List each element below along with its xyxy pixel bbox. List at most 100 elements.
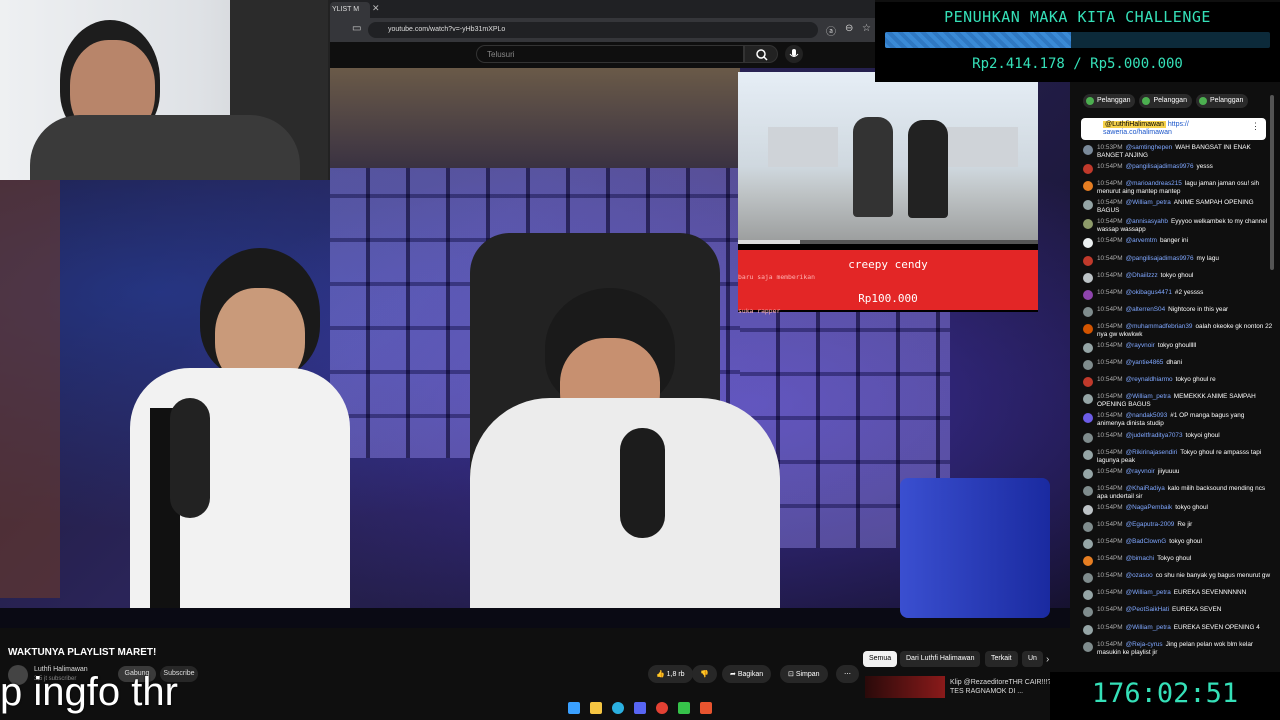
chat-scrollbar[interactable]: [1270, 95, 1274, 270]
chat-author[interactable]: @ozasoo: [1126, 572, 1153, 579]
related-video-thumbnail[interactable]: [865, 676, 945, 698]
chat-author[interactable]: @yantie4865: [1126, 359, 1164, 366]
bookmark-icon[interactable]: ☆: [862, 23, 871, 34]
member-badge[interactable]: Pelanggan: [1083, 94, 1136, 108]
chat-author[interactable]: @marioandreas215: [1126, 180, 1182, 187]
chat-author[interactable]: @William_petra: [1126, 624, 1171, 631]
tab-title: YLIST M: [332, 6, 360, 13]
donation-amount: Rp100.000: [858, 292, 918, 306]
file-explorer-icon[interactable]: [590, 702, 602, 714]
pinned-message[interactable]: @LuthfiHalimawan https:// saweria.co/hal…: [1081, 118, 1266, 140]
tab-close-icon[interactable]: ✕: [372, 3, 380, 14]
discord-icon[interactable]: [634, 702, 646, 714]
chat-avatar[interactable]: [1083, 449, 1093, 460]
chat-avatar[interactable]: [1083, 413, 1093, 424]
chat-avatar[interactable]: [1083, 607, 1093, 618]
like-button[interactable]: 👍 1,8 rb: [648, 665, 693, 683]
chat-author[interactable]: @Dhaiilzzz: [1126, 272, 1158, 279]
chat-avatar[interactable]: [1083, 272, 1093, 283]
chat-avatar[interactable]: [1083, 485, 1093, 496]
chat-avatar[interactable]: [1083, 219, 1093, 230]
search-input[interactable]: Telusuri: [476, 45, 744, 63]
chat-avatar[interactable]: [1083, 181, 1093, 192]
chat-avatar[interactable]: [1083, 289, 1093, 300]
share-button[interactable]: ➦ Bagikan: [722, 665, 772, 683]
brave-icon[interactable]: [700, 702, 712, 714]
chat-avatar[interactable]: [1083, 521, 1093, 532]
chat-avatar[interactable]: [1083, 641, 1093, 652]
chat-avatar[interactable]: [1083, 624, 1093, 635]
chat-time: 10:54PM: [1097, 520, 1123, 528]
pinned-link-2[interactable]: saweria.co/halimawan: [1103, 129, 1172, 136]
chat-avatar[interactable]: [1083, 394, 1093, 405]
chat-avatar[interactable]: [1083, 539, 1093, 550]
browser-tab[interactable]: YLIST M: [330, 2, 370, 18]
chat-author[interactable]: @PeotSaikHati: [1126, 606, 1169, 613]
chat-avatar[interactable]: [1083, 306, 1093, 317]
chat-avatar[interactable]: [1083, 573, 1093, 584]
chat-author[interactable]: @nandak5093: [1126, 412, 1168, 419]
chat-author[interactable]: @annisasyahb: [1126, 218, 1168, 225]
related-video-title[interactable]: Klip @RezaeditoreTHR CAIR!!!?? TES RAGNA…: [950, 678, 1060, 696]
chat-avatar[interactable]: [1083, 145, 1093, 155]
chat-author[interactable]: @rayvnoir: [1126, 342, 1155, 349]
chat-avatar[interactable]: [1083, 343, 1093, 354]
chat-author[interactable]: @okibagus4471: [1126, 289, 1172, 296]
challenge-amount: Rp2.414.178 / Rp5.000.000: [972, 56, 1183, 72]
chevron-right-icon[interactable]: ›: [1046, 654, 1049, 665]
chat-author[interactable]: @pangilisajadimas9976: [1126, 163, 1194, 170]
chat-author[interactable]: @bimachi: [1126, 555, 1155, 562]
chat-author[interactable]: @Reja-cyrus: [1126, 641, 1163, 648]
chat-author[interactable]: @Rikirinajasendiri: [1126, 449, 1178, 456]
search-button[interactable]: [744, 45, 778, 63]
chat-author[interactable]: @arvemtm: [1126, 237, 1157, 244]
chat-author[interactable]: @rayvnoir: [1126, 468, 1155, 475]
chat-avatar[interactable]: [1083, 468, 1093, 479]
chat-author[interactable]: @alterrenS04: [1126, 306, 1166, 313]
chat-author[interactable]: @BadClownG: [1126, 538, 1167, 545]
chrome-icon[interactable]: [656, 702, 668, 714]
voice-search-button[interactable]: [785, 45, 803, 63]
chip-all[interactable]: Semua: [863, 651, 898, 667]
chat-avatar[interactable]: [1083, 377, 1093, 388]
chat-avatar[interactable]: [1083, 255, 1093, 266]
chat-author[interactable]: @Egaputra-2009: [1126, 521, 1175, 528]
dislike-button[interactable]: 👎: [692, 665, 717, 683]
more-actions-button[interactable]: ⋯: [836, 665, 859, 683]
start-icon[interactable]: [568, 702, 580, 714]
zoom-icon[interactable]: ⊖: [845, 23, 853, 34]
chat-avatar[interactable]: [1083, 504, 1093, 515]
address-bar[interactable]: youtube.com/watch?v=-yHb31mXPLo: [368, 22, 818, 38]
chat-author[interactable]: @reynaldhiarmo: [1126, 376, 1173, 383]
chat-avatar[interactable]: [1083, 556, 1093, 567]
more-options-icon[interactable]: ⋮: [1251, 122, 1260, 131]
chip-related[interactable]: Terkait: [985, 651, 1018, 667]
chat-author[interactable]: @William_petra: [1126, 199, 1171, 206]
member-badge[interactable]: Pelanggan: [1195, 94, 1249, 108]
chat-avatar[interactable]: [1083, 360, 1093, 371]
media-app-icon[interactable]: [678, 702, 690, 714]
chat-author[interactable]: @William_petra: [1126, 589, 1171, 596]
translate-icon[interactable]: ⓐ: [826, 23, 836, 38]
pinned-link[interactable]: https://: [1168, 121, 1189, 128]
chat-avatar[interactable]: [1083, 432, 1093, 443]
site-info-icon[interactable]: ▭: [352, 23, 361, 34]
chat-author[interactable]: @judeltfraditya7073: [1126, 432, 1183, 439]
chat-avatar[interactable]: [1083, 164, 1093, 175]
edge-icon[interactable]: [612, 702, 624, 714]
chat-author[interactable]: @samtinghepen: [1126, 144, 1173, 151]
chat-avatar[interactable]: [1083, 323, 1093, 334]
chat-author[interactable]: @pangilisajadimas9976: [1126, 255, 1194, 262]
chip-unwatched[interactable]: Un: [1022, 651, 1043, 667]
chat-avatar[interactable]: [1083, 590, 1093, 601]
member-badge[interactable]: Pelanggan: [1139, 94, 1192, 108]
chat-author[interactable]: @William_petra: [1126, 393, 1171, 400]
chat-avatar[interactable]: [1083, 238, 1093, 249]
save-button[interactable]: ⊡ Simpan: [780, 665, 828, 683]
chip-from-channel[interactable]: Dari Luthfi Halimawan: [900, 651, 981, 667]
chat-author[interactable]: @NagaPembaik: [1126, 504, 1173, 511]
chat-avatar[interactable]: [1083, 200, 1093, 211]
chat-author[interactable]: @muhammadfebrian39: [1126, 323, 1193, 330]
chat-author[interactable]: @KhaiRadiya: [1126, 485, 1165, 492]
chat-message: 10:54PM @KhaiRadiya kalo milih backsound m…: [1083, 485, 1273, 501]
